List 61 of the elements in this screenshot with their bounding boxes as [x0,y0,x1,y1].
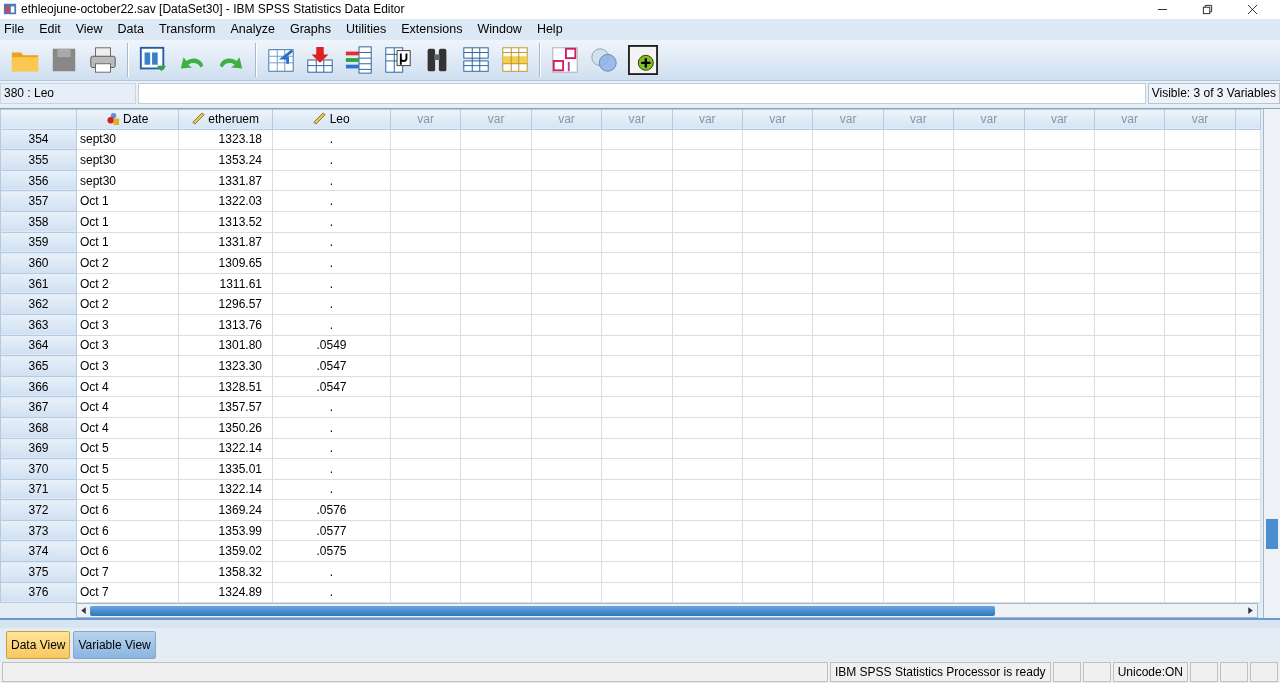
horizontal-scrollbar[interactable] [76,603,1258,619]
row-number[interactable]: 374 [0,540,77,562]
row-number[interactable]: 362 [0,293,77,315]
scroll-left-icon[interactable] [79,606,88,616]
menu-item[interactable]: File [4,22,34,37]
row-number[interactable]: 358 [0,211,77,233]
menu-item[interactable]: Utilities [345,22,396,37]
menu-item[interactable]: Graphs [289,22,340,37]
menu-item[interactable]: Data [117,22,153,37]
row-number[interactable]: 368 [0,417,77,438]
row-number[interactable]: 371 [0,479,77,500]
column-header[interactable]: etheruem [178,109,273,130]
row-number[interactable]: 372 [0,499,77,521]
restore-icon[interactable] [1202,4,1213,15]
row-number[interactable]: 363 [0,314,77,336]
menu-item[interactable]: Help [536,22,572,37]
status-pane [1052,662,1081,682]
row-number[interactable]: 359 [0,232,77,253]
row-number[interactable]: 376 [0,582,77,603]
row-number[interactable]: 373 [0,520,77,541]
status-pane [1220,662,1248,682]
column-header[interactable]: Date [76,109,179,130]
menu-item[interactable]: Transform [159,22,225,37]
row-number[interactable]: 366 [0,376,77,397]
window-title: ethleojune-october22.sav [DataSet30] - IBM SPSS Statistics Data Editor [21,2,405,17]
row-number[interactable]: 375 [0,561,77,583]
visible-variables-label: Visible: 3 of 3 Variables [1147,82,1280,104]
vertical-scrollbar[interactable] [1263,108,1280,619]
status-pane [1190,662,1218,682]
menu-item[interactable]: Analyze [230,22,284,37]
close-icon[interactable] [1247,4,1258,15]
row-number[interactable]: 354 [0,129,77,150]
row-number[interactable]: 356 [0,170,77,191]
column-header[interactable]: Leo [272,109,391,130]
unicode-status: Unicode:ON [1112,662,1188,682]
printer-icon[interactable] [88,44,118,75]
row-number[interactable]: 355 [0,149,77,171]
row-number[interactable]: 360 [0,252,77,274]
row-number[interactable]: 369 [0,438,77,459]
row-number[interactable]: 364 [0,335,77,356]
menu-item[interactable]: Edit [39,22,70,37]
row-number[interactable]: 367 [0,396,77,418]
status-text: IBM SPSS Statistics Processor is ready [829,662,1051,682]
row-number[interactable]: 365 [0,355,77,377]
cell-value-field[interactable] [138,82,1146,104]
view-tab[interactable]: Data View [6,630,71,659]
cell-reference: 380 : Leo [0,82,136,104]
nominal-icon [106,112,120,126]
ruler-icon [192,112,205,126]
row-number[interactable]: 361 [0,273,77,294]
row-number[interactable]: 357 [0,190,77,212]
status-pane [1250,662,1278,682]
ruler-icon [313,112,327,126]
menu-item[interactable]: View [75,22,112,37]
view-tab[interactable]: Variable View [73,630,156,659]
add-icon[interactable] [628,44,658,75]
menu-item[interactable]: Window [477,22,531,37]
menu-item[interactable]: Extensions [401,22,472,37]
status-pane [1082,662,1111,682]
scroll-right-icon[interactable] [1246,606,1255,616]
row-number[interactable]: 370 [0,458,77,480]
